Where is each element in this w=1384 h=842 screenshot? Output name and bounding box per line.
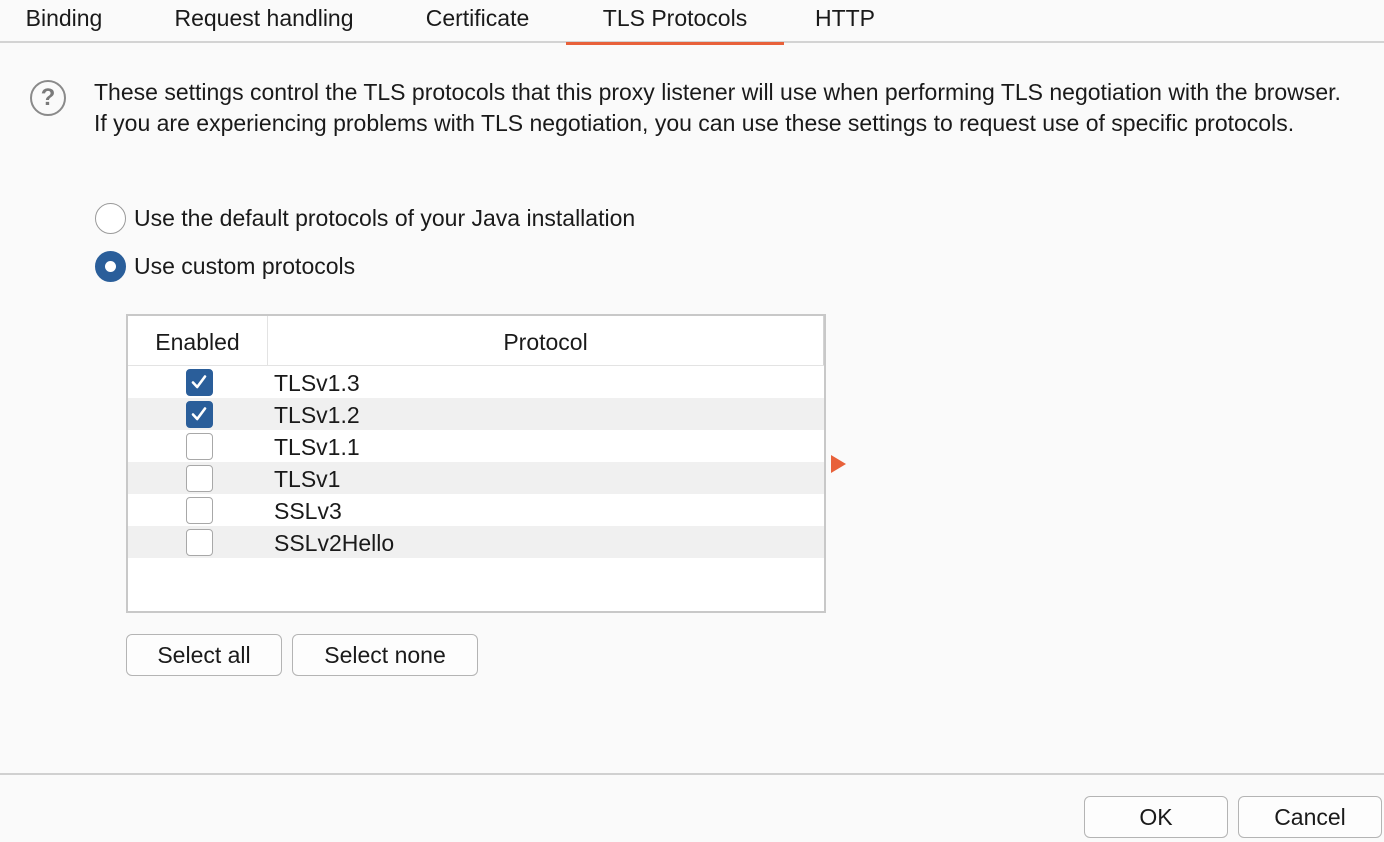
protocol-name: TLSv1.3 [274, 370, 360, 396]
tab-certificate[interactable]: Certificate [400, 0, 555, 43]
radio-custom-icon[interactable] [95, 250, 126, 282]
table-row[interactable]: TLSv1.3 [128, 366, 824, 398]
protocol-name: TLSv1 [274, 466, 341, 492]
cancel-button[interactable]: Cancel [1238, 796, 1382, 838]
tab-http[interactable]: HTTP [800, 0, 890, 43]
tab-request-handling[interactable]: Request handling [148, 0, 380, 43]
ok-button[interactable]: OK [1084, 796, 1228, 838]
tab-tls-protocols[interactable]: TLS Protocols [566, 0, 784, 45]
column-header-enabled[interactable]: Enabled [128, 316, 268, 365]
table-header: Enabled Protocol [128, 316, 824, 366]
footer-divider [0, 773, 1384, 775]
protocol-name: TLSv1.2 [274, 402, 360, 428]
tab-bar: Binding Request handling Certificate TLS… [0, 0, 1384, 45]
checkbox-unchecked-icon[interactable] [186, 497, 213, 524]
table-row[interactable]: SSLv3 [128, 494, 824, 526]
column-header-protocol[interactable]: Protocol [268, 316, 824, 365]
custom-protocols-option[interactable]: Use custom protocols [95, 250, 355, 282]
protocol-name: SSLv3 [274, 498, 342, 524]
table-row[interactable]: TLSv1.1 [128, 430, 824, 462]
default-protocols-option[interactable]: Use the default protocols of your Java i… [95, 202, 635, 234]
description-text: These settings control the TLS protocols… [94, 79, 1341, 136]
checkbox-checked-icon[interactable] [186, 369, 213, 396]
radio-default-icon[interactable] [95, 202, 126, 234]
help-icon[interactable]: ? [30, 80, 66, 116]
protocols-table: Enabled Protocol TLSv1.3 TLSv1.2 TLSv1.1 TL… [126, 314, 826, 613]
default-protocols-label: Use the default protocols of your Java i… [134, 204, 636, 231]
checkbox-unchecked-icon[interactable] [186, 433, 213, 460]
tab-binding[interactable]: Binding [0, 0, 128, 43]
resize-arrow-icon[interactable] [831, 455, 846, 473]
table-row[interactable]: TLSv1.2 [128, 398, 824, 430]
protocol-name: SSLv2Hello [274, 530, 395, 556]
checkbox-checked-icon[interactable] [186, 401, 213, 428]
checkbox-unchecked-icon[interactable] [186, 529, 213, 556]
table-row[interactable]: SSLv2Hello [128, 526, 824, 558]
checkbox-unchecked-icon[interactable] [186, 465, 213, 492]
protocol-name: TLSv1.1 [274, 434, 360, 460]
custom-protocols-label: Use custom protocols [134, 252, 356, 279]
table-row[interactable]: TLSv1 [128, 462, 824, 494]
select-all-button[interactable]: Select all [126, 634, 282, 676]
select-none-button[interactable]: Select none [292, 634, 478, 676]
